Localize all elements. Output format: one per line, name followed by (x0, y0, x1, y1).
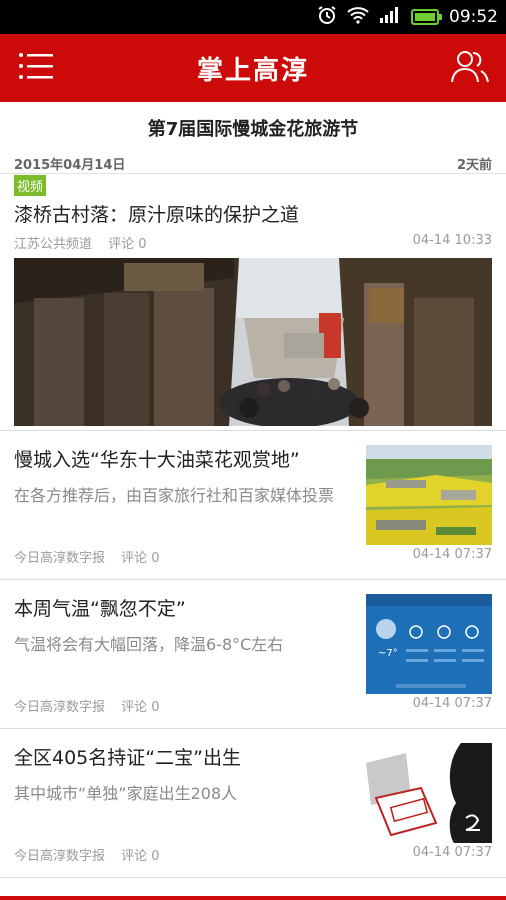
featured-headline: 漆桥古村落：原汁原味的保护之道 (14, 204, 300, 226)
section-relative-time: 2天前 (456, 158, 492, 173)
item-comments: 评论 0 (121, 849, 160, 864)
list-item[interactable]: 全区405名持证“二宝”出生 其中城市“单独”家庭出生208人 今日高淳数字报 … (0, 729, 506, 878)
item-meta: 今日高淳数字报 评论 0 04-14 07:37 (14, 845, 492, 864)
user-button[interactable] (450, 48, 490, 88)
alarm-icon (317, 5, 337, 30)
list-item[interactable]: 本周气温“飘忽不定” 气温将会有大幅回落，降温6-8°C左右 ~7° 今日高淳数… (0, 580, 506, 729)
featured-photo (14, 258, 492, 428)
section-title: 第7届国际慢城金花旅游节 (147, 119, 359, 140)
status-bar: 09:52 (0, 0, 506, 34)
item-thumbnail (366, 445, 492, 545)
signal-icon (379, 6, 401, 29)
article-source: 江苏公共频道 (14, 237, 93, 252)
app-title: 掌上高淳 (196, 55, 309, 86)
battery-icon (411, 9, 442, 25)
item-source: 今日高淳数字报 (14, 849, 106, 864)
video-badge: 视频 (14, 175, 47, 196)
bottom-divider (0, 896, 506, 900)
clock: 09:52 (449, 7, 498, 27)
item-time: 04-14 07:37 (412, 547, 492, 562)
item-time: 04-14 07:37 (412, 696, 492, 711)
item-headline: 全区405名持证“二宝”出生 (14, 747, 241, 769)
section-date-row: 2015年04月14日 2天前 (0, 146, 506, 174)
article-comments: 评论 0 (108, 237, 147, 252)
item-source: 今日高淳数字报 (14, 700, 106, 715)
item-time: 04-14 07:37 (412, 845, 492, 860)
list-item[interactable]: 慢城入选“华东十大油菜花观赏地” 在各方推荐后，由百家旅行社和百家媒体投票 今日… (0, 431, 506, 580)
item-headline: 慢城入选“华东十大油菜花观赏地” (14, 449, 300, 471)
item-description: 气温将会有大幅回落，降温6-8°C左右 (14, 635, 284, 654)
article-time: 04-14 10:33 (412, 233, 492, 248)
item-thumbnail: ~7° (366, 594, 492, 694)
item-meta: 今日高淳数字报 评论 0 04-14 07:37 (14, 696, 492, 715)
item-comments: 评论 0 (121, 551, 160, 566)
item-comments: 评论 0 (121, 700, 160, 715)
wifi-icon (347, 6, 369, 29)
menu-icon (18, 52, 54, 84)
item-headline: 本周气温“飘忽不定” (14, 598, 186, 620)
featured-meta: 江苏公共频道 评论 0 04-14 10:33 (14, 233, 492, 252)
menu-button[interactable] (16, 48, 56, 88)
featured-article[interactable]: 视频 漆桥古村落：原汁原味的保护之道 江苏公共频道 评论 0 04-14 10:… (0, 174, 506, 431)
users-icon (450, 48, 490, 88)
svg-text:~7°: ~7° (378, 648, 398, 659)
item-thumbnail (366, 743, 492, 843)
item-meta: 今日高淳数字报 评论 0 04-14 07:37 (14, 547, 492, 566)
item-description: 在各方推荐后，由百家旅行社和百家媒体投票 (14, 486, 335, 505)
item-description: 其中城市“单独”家庭出生208人 (14, 784, 238, 803)
section-date: 2015年04月14日 (14, 158, 126, 173)
item-source: 今日高淳数字报 (14, 551, 106, 566)
app-header: 掌上高淳 (0, 34, 506, 102)
